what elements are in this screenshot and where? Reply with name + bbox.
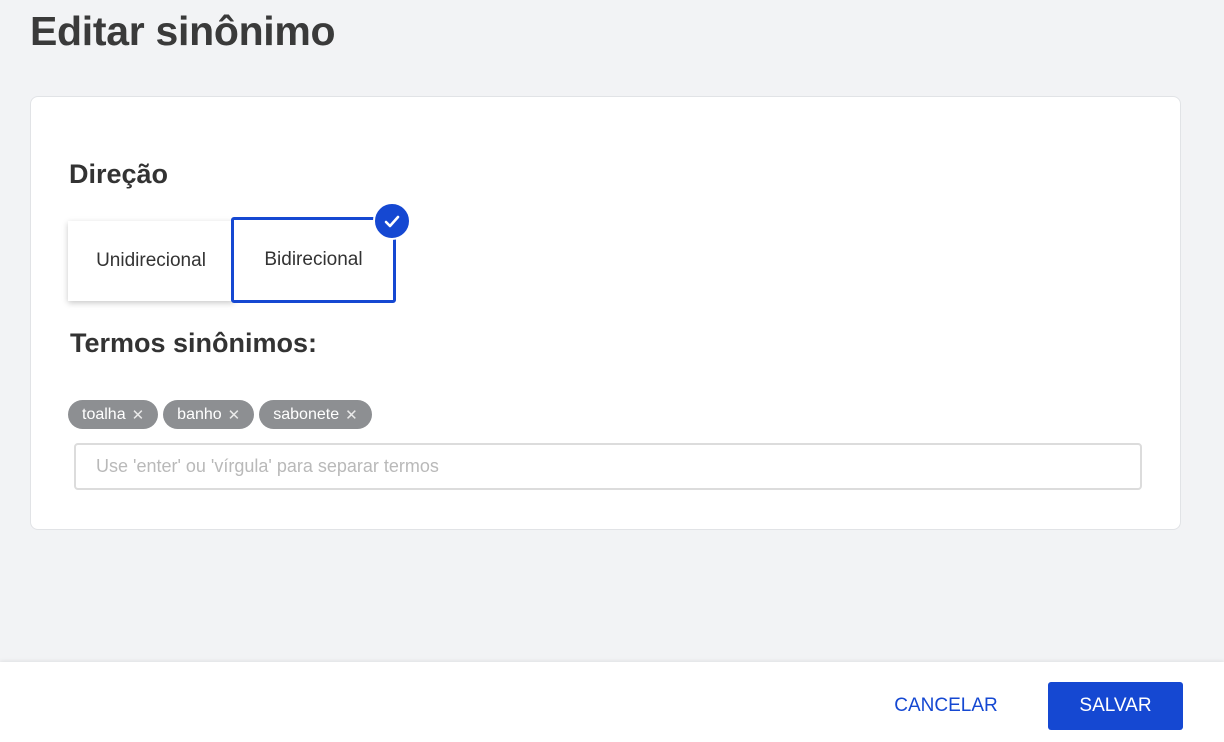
synonym-terms-input[interactable] [74, 443, 1142, 490]
cancel-button[interactable]: CANCELAR [884, 682, 1008, 730]
direction-title: Direção [69, 159, 169, 189]
direction-option-label: Bidirecional [264, 249, 363, 270]
direction-option-unidirectional[interactable]: Unidirecional [68, 221, 234, 301]
check-icon [373, 202, 411, 240]
term-tag-label: toalha [82, 405, 126, 423]
term-tag: sabonete ✕ [259, 400, 372, 429]
direction-option-label: Unidirecional [96, 250, 206, 271]
direction-option-bidirectional[interactable]: Bidirecional [231, 217, 396, 303]
synonym-form-card: Direção Unidirecional Bidirecional Termo… [30, 96, 1181, 530]
synonym-terms-title: Termos sinônimos: [70, 328, 318, 358]
page-title: Editar sinônimo [30, 8, 336, 54]
term-tag: toalha ✕ [68, 400, 159, 429]
term-tag-label: banho [177, 405, 222, 423]
term-tag-list: toalha ✕ banho ✕ sabonete ✕ [68, 400, 372, 429]
term-tag: banho ✕ [163, 400, 255, 429]
term-tag-label: sabonete [273, 405, 340, 423]
close-icon[interactable]: ✕ [345, 406, 358, 424]
close-icon[interactable]: ✕ [228, 406, 241, 424]
save-button[interactable]: SALVAR [1048, 682, 1183, 730]
edit-synonym-page: Editar sinônimo Direção Unidirecional Bi… [0, 0, 1224, 742]
close-icon[interactable]: ✕ [132, 406, 145, 424]
footer-actions-bar: CANCELAR SALVAR [0, 662, 1224, 742]
